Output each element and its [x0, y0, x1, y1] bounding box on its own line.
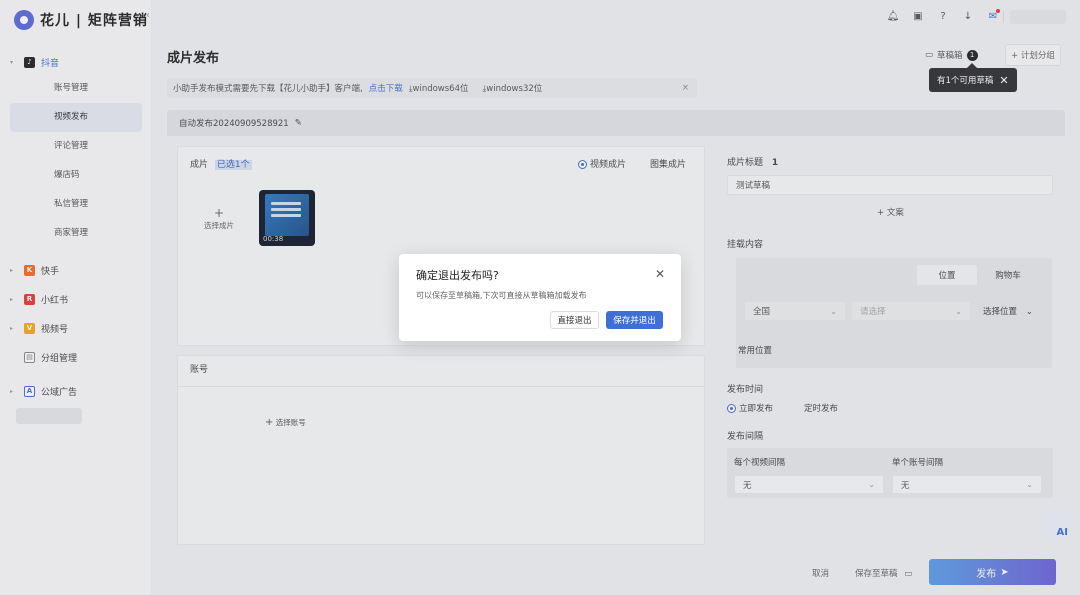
dialog-description: 可以保存至草稿箱,下次可直接从草稿箱加载发布: [416, 291, 587, 300]
exit-confirm-dialog: 确定退出发布吗? ✕ 可以保存至草稿箱,下次可直接从草稿箱加载发布 直接退出 保…: [399, 254, 681, 341]
close-icon[interactable]: ✕: [655, 267, 665, 281]
save-and-exit-button[interactable]: 保存并退出: [606, 311, 663, 329]
dialog-title: 确定退出发布吗?: [416, 269, 499, 282]
exit-directly-button[interactable]: 直接退出: [550, 311, 599, 329]
